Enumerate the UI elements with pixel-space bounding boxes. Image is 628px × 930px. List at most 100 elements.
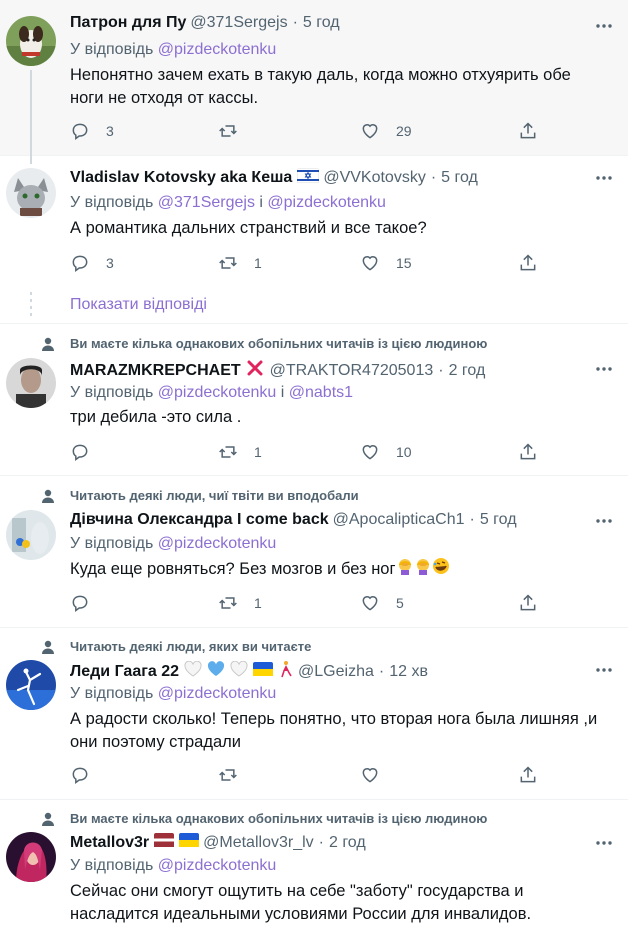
author-name[interactable]: MARAZMKREPCHAET bbox=[70, 362, 241, 380]
retweet-count: 1 bbox=[254, 595, 262, 611]
woman-facepalming-icon bbox=[396, 557, 414, 582]
avatar[interactable] bbox=[6, 660, 56, 710]
reply-to-line: У відповідь @pizdeckotenku bbox=[70, 857, 276, 875]
person-icon bbox=[42, 489, 54, 503]
reply-button[interactable] bbox=[70, 764, 106, 786]
retweet-button[interactable]: 1 bbox=[218, 252, 262, 274]
more-options-icon[interactable] bbox=[594, 833, 614, 853]
tweet-text: три дебила -это сила . bbox=[70, 408, 242, 426]
share-button[interactable] bbox=[518, 764, 538, 786]
author-handle[interactable]: @ApocalipticaCh1 bbox=[333, 511, 465, 529]
reply-to-link[interactable]: @pizdeckotenku bbox=[158, 535, 277, 552]
reply-to-label: У відповідь bbox=[70, 685, 154, 702]
reply-to-link[interactable]: @pizdeckotenku bbox=[158, 41, 277, 58]
tweet-text: Сейчас они смогут ощутить на себе "забот… bbox=[70, 882, 532, 923]
white-heart-icon bbox=[230, 661, 248, 682]
more-options-icon[interactable] bbox=[594, 16, 614, 36]
tweet[interactable]: Ви маєте кілька однакових обопільних чит… bbox=[0, 324, 628, 476]
reply-button[interactable] bbox=[70, 441, 106, 463]
social-context: Ви маєте кілька однакових обопільних чит… bbox=[42, 336, 487, 351]
reply-to-link[interactable]: @371Sergejs bbox=[158, 194, 255, 211]
person-icon bbox=[42, 640, 54, 654]
like-button[interactable]: 5 bbox=[360, 592, 404, 614]
author-name[interactable]: Metallov3r bbox=[70, 834, 149, 852]
share-button[interactable] bbox=[518, 120, 538, 142]
more-options-icon[interactable] bbox=[594, 359, 614, 379]
share-button[interactable] bbox=[518, 592, 538, 614]
tweet[interactable]: Читають деякі люди, яких ви читаєте Леди… bbox=[0, 628, 628, 800]
reply-button[interactable] bbox=[70, 592, 106, 614]
author-handle[interactable]: @TRAKTOR47205013 bbox=[270, 362, 434, 380]
retweet-button[interactable] bbox=[218, 120, 254, 142]
reply-button[interactable]: 3 bbox=[70, 120, 114, 142]
latvia-flag-icon bbox=[154, 833, 175, 852]
social-context: Читають деякі люди, чиї твіти ви вподоба… bbox=[42, 488, 359, 503]
like-button[interactable]: 29 bbox=[360, 120, 412, 142]
thread-line bbox=[30, 156, 32, 164]
reply-to-label: У відповідь bbox=[70, 384, 154, 401]
like-button[interactable]: 15 bbox=[360, 252, 412, 274]
avatar[interactable] bbox=[6, 168, 56, 218]
avatar[interactable] bbox=[6, 358, 56, 408]
timestamp[interactable]: 2 год bbox=[329, 834, 366, 852]
reply-to-join: і bbox=[280, 384, 285, 401]
author-handle[interactable]: @Metallov3r_lv bbox=[203, 834, 314, 852]
reply-to-link[interactable]: @nabts1 bbox=[289, 384, 353, 401]
avatar[interactable] bbox=[6, 510, 56, 560]
retweet-button[interactable]: 1 bbox=[218, 592, 262, 614]
reply-button[interactable]: 3 bbox=[70, 252, 114, 274]
tweet-header: Дівчина Олександра I come back @Apocalip… bbox=[70, 511, 588, 529]
tweet-header: Патрон для Пу @371Sergejs · 5 год bbox=[70, 14, 588, 32]
avatar[interactable] bbox=[6, 832, 56, 882]
social-context-text: Ви маєте кілька однакових обопільних чит… bbox=[70, 811, 488, 826]
reply-to-link[interactable]: @pizdeckotenku bbox=[158, 384, 277, 401]
author-handle[interactable]: @371Sergejs bbox=[190, 14, 287, 32]
tweet[interactable]: Читають деякі люди, чиї твіти ви вподоба… bbox=[0, 476, 628, 628]
blue-heart-icon bbox=[207, 661, 225, 682]
tweet-actions: 1 10 bbox=[70, 441, 540, 463]
reply-to-link[interactable]: @pizdeckotenku bbox=[158, 857, 277, 874]
avatar[interactable] bbox=[6, 16, 56, 66]
author-handle[interactable]: @LGeizha bbox=[298, 663, 374, 681]
retweet-button[interactable] bbox=[218, 764, 254, 786]
like-button[interactable]: 10 bbox=[360, 441, 412, 463]
reply-to-label: У відповідь bbox=[70, 857, 154, 874]
more-options-icon[interactable] bbox=[594, 660, 614, 680]
reply-to-link[interactable]: @pizdeckotenku bbox=[267, 194, 386, 211]
reply-to-link[interactable]: @pizdeckotenku bbox=[158, 685, 277, 702]
more-options-icon[interactable] bbox=[594, 168, 614, 188]
author-name[interactable]: Леди Гаага 22 bbox=[70, 663, 179, 681]
timestamp[interactable]: 12 хв bbox=[389, 663, 428, 681]
show-replies-link[interactable]: Показати відповіді bbox=[70, 296, 207, 314]
timestamp[interactable]: 5 год bbox=[303, 14, 340, 32]
tweet[interactable]: Патрон для Пу @371Sergejs · 5 год У відп… bbox=[0, 0, 628, 156]
tweet[interactable]: Ви маєте кілька однакових обопільних чит… bbox=[0, 800, 628, 930]
reply-to-line: У відповідь @pizdeckotenku і @nabts1 bbox=[70, 384, 353, 402]
retweet-button[interactable]: 1 bbox=[218, 441, 262, 463]
tweet[interactable]: Vladislav Kotovsky aka Кеша @VVKotovsky … bbox=[0, 156, 628, 324]
share-button[interactable] bbox=[518, 252, 538, 274]
more-options-icon[interactable] bbox=[594, 511, 614, 531]
retweet-icon bbox=[219, 597, 237, 609]
timestamp[interactable]: 5 год bbox=[441, 169, 478, 187]
author-name[interactable]: Дівчина Олександра I come back bbox=[70, 511, 329, 529]
timestamp[interactable]: 5 год bbox=[480, 511, 517, 529]
share-button[interactable] bbox=[518, 441, 538, 463]
tweet-header: MARAZMKREPCHAET @TRAKTOR47205013 · 2 год bbox=[70, 359, 588, 382]
social-context: Ви маєте кілька однакових обопільних чит… bbox=[42, 811, 488, 826]
author-name[interactable]: Vladislav Kotovsky aka Кеша bbox=[70, 169, 292, 187]
retweet-icon bbox=[219, 257, 237, 269]
rolling-laughing-icon bbox=[432, 557, 450, 582]
like-count: 10 bbox=[396, 444, 412, 460]
heart-icon bbox=[362, 124, 378, 139]
reply-to-label: У відповідь bbox=[70, 41, 154, 58]
heart-icon bbox=[362, 445, 378, 460]
social-context: Читають деякі люди, яких ви читаєте bbox=[42, 639, 311, 654]
author-handle[interactable]: @VVKotovsky bbox=[323, 169, 426, 187]
ukraine-flag-icon bbox=[253, 662, 274, 681]
like-count: 15 bbox=[396, 255, 412, 271]
author-name[interactable]: Патрон для Пу bbox=[70, 14, 186, 32]
reply-to-line: У відповідь @pizdeckotenku bbox=[70, 41, 276, 59]
timestamp[interactable]: 2 год bbox=[449, 362, 486, 380]
like-button[interactable] bbox=[360, 764, 396, 786]
